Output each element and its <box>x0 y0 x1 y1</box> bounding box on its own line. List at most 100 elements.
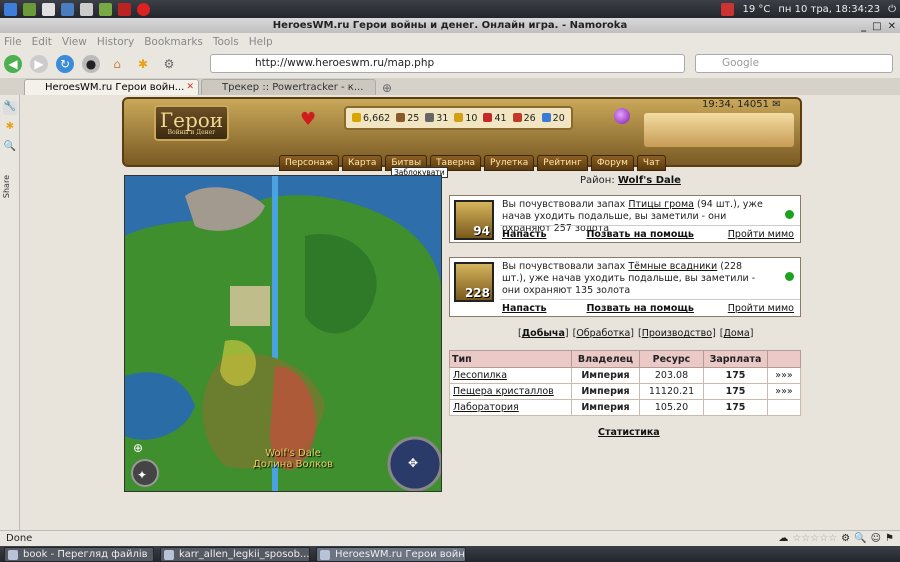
browser-icon[interactable] <box>61 2 74 16</box>
app-icon[interactable] <box>99 2 112 16</box>
resource-gem: 20 <box>541 112 565 124</box>
call-help-link[interactable]: Позвать на помощь <box>586 303 693 314</box>
facility-link[interactable]: Пещера кристаллов <box>453 386 554 397</box>
filezilla-icon[interactable] <box>118 2 131 16</box>
facility-link[interactable]: Лесопилка <box>453 370 507 381</box>
more-link[interactable] <box>767 399 801 416</box>
back-icon[interactable]: ◀ <box>4 55 22 73</box>
dark-rider-icon: 228 <box>454 262 494 302</box>
menu-tools[interactable]: Tools <box>213 36 239 48</box>
tab-label: Трекер :: Powertracker - к... <box>222 82 364 93</box>
filter-houses[interactable]: Дома <box>724 328 750 339</box>
facility-link[interactable]: Лаборатория <box>453 402 519 413</box>
menu-edit[interactable]: Edit <box>32 36 52 48</box>
system-panel: 19 °C пн 10 тра, 18:34:23 ⏻ <box>0 0 900 18</box>
minimize-icon[interactable]: _ <box>861 19 866 34</box>
task-file-viewer[interactable]: book - Перегляд файлів <box>4 547 154 562</box>
star-icon[interactable]: ✱ <box>3 121 17 135</box>
power-icon[interactable]: ⏻ <box>888 4 896 15</box>
url-input[interactable]: http://www.heroeswm.ru/map.php <box>210 54 685 73</box>
new-tab-icon[interactable]: ⊕ <box>378 81 396 95</box>
search-icon[interactable]: 🔍 <box>3 141 17 155</box>
tab-label: HeroesWM.ru Герои войн... <box>45 82 185 93</box>
col-owner: Владелец <box>571 350 640 368</box>
files-icon[interactable] <box>42 2 55 16</box>
maximize-icon[interactable]: □ <box>872 19 881 34</box>
table-row: Лаборатория Империя 105.20 175 <box>449 399 801 416</box>
creature-link[interactable]: Тёмные всадники <box>628 261 717 272</box>
world-map[interactable]: Wolf's Dale Долина Волков ⊕ ✦ ✥ <box>124 175 442 492</box>
terminal-icon[interactable] <box>23 2 36 16</box>
search-placeholder: Google <box>722 57 760 69</box>
share-label[interactable]: Share <box>2 175 11 198</box>
nav-chat[interactable]: Чат <box>636 155 666 171</box>
pass-by-link[interactable]: Пройти мимо <box>728 229 794 240</box>
nav-forum[interactable]: Форум <box>590 155 634 171</box>
game-logo[interactable]: Герои Войны и Денег <box>154 105 229 141</box>
forward-icon[interactable]: ▶ <box>30 55 48 73</box>
close-tab-icon[interactable]: ✕ <box>186 80 194 95</box>
home-icon[interactable]: ⌂ <box>108 55 126 73</box>
district-link[interactable]: Wolf's Dale <box>618 175 681 186</box>
opera-icon[interactable] <box>137 2 150 16</box>
nav-roulette[interactable]: Рулетка <box>484 155 535 171</box>
cloud-icon[interactable]: ☁ <box>778 531 788 546</box>
flag-icon[interactable]: ⚑ <box>885 531 894 546</box>
attack-link[interactable]: Напасть <box>502 303 546 314</box>
rating-stars-icon[interactable]: ☆☆☆☆☆ <box>792 531 837 546</box>
navigation-dial-icon[interactable]: ✥ <box>408 456 418 470</box>
health-heart-icon[interactable]: ♥ <box>300 109 316 130</box>
tab-heroeswm[interactable]: HeroesWM.ru Герои войн... ✕ <box>24 79 199 95</box>
city-banner <box>644 113 794 147</box>
filter-extraction[interactable]: Добыча <box>522 328 565 339</box>
table-row: Пещера кристаллов Империя 11120.21 175 »… <box>449 383 801 400</box>
statistics-link[interactable]: Статистика <box>598 427 660 438</box>
call-help-link[interactable]: Позвать на помощь <box>586 229 693 240</box>
menu-bookmarks[interactable]: Bookmarks <box>144 36 203 48</box>
wrench-icon[interactable]: 🔧 <box>3 101 17 115</box>
zoom-in-icon[interactable]: ⊕ <box>133 441 143 455</box>
app-icon[interactable] <box>80 2 93 16</box>
attack-link[interactable]: Напасть <box>502 229 546 240</box>
task-document[interactable]: karr_allen_legkii_sposob... <box>160 547 310 562</box>
search-input[interactable]: Google <box>695 54 893 73</box>
search-icon[interactable]: 🔍 <box>854 531 866 546</box>
creature-link[interactable]: Птицы грома <box>628 199 694 210</box>
reload-icon[interactable]: ↻ <box>56 55 74 73</box>
clock[interactable]: пн 10 тра, 18:34:23 <box>778 4 880 15</box>
addon-icon[interactable]: ✱ <box>134 55 152 73</box>
more-link[interactable]: »»» <box>767 383 801 400</box>
map-label: Wolf's Dale Долина Волков <box>252 448 334 470</box>
status-dot <box>785 272 794 281</box>
tool-icon[interactable]: ⚙ <box>160 55 178 73</box>
addon-icon[interactable]: ⚙ <box>841 531 850 546</box>
gold-icon <box>352 112 361 122</box>
wood-icon <box>396 112 406 122</box>
encounter-text: Вы почувствовали запах Тёмные всадники (… <box>502 261 756 296</box>
launcher-icon[interactable] <box>4 2 17 16</box>
filter-production[interactable]: Производство <box>642 328 712 339</box>
menu-help[interactable]: Help <box>249 36 273 48</box>
nav-rating[interactable]: Рейтинг <box>537 155 588 171</box>
menu-bar: File Edit View History Bookmarks Tools H… <box>0 33 900 50</box>
task-browser[interactable]: HeroesWM.ru Герои войн... <box>316 547 466 562</box>
pass-by-link[interactable]: Пройти мимо <box>728 303 794 314</box>
tab-powertracker[interactable]: Трекер :: Powertracker - к... <box>201 79 376 95</box>
menu-view[interactable]: View <box>62 36 87 48</box>
smiley-icon[interactable]: ☺ <box>871 531 881 546</box>
stop-icon[interactable]: ● <box>82 55 100 73</box>
menu-file[interactable]: File <box>4 36 22 48</box>
mana-potion-icon[interactable] <box>614 108 630 124</box>
col-type: Тип <box>449 350 572 368</box>
menu-history[interactable]: History <box>97 36 134 48</box>
status-text: Done <box>6 533 33 544</box>
filter-processing[interactable]: Обработка <box>576 328 630 339</box>
flag-icon[interactable] <box>721 2 735 16</box>
more-link[interactable]: »»» <box>767 367 801 384</box>
nav-character[interactable]: Персонаж <box>279 155 339 171</box>
nav-map[interactable]: Карта <box>341 155 383 171</box>
weather[interactable]: 19 °C <box>742 4 770 15</box>
table-header: Тип Владелец Ресурс Зарплата <box>449 350 801 368</box>
close-icon[interactable]: ✕ <box>888 19 896 34</box>
compass-icon[interactable]: ✦ <box>137 468 147 482</box>
